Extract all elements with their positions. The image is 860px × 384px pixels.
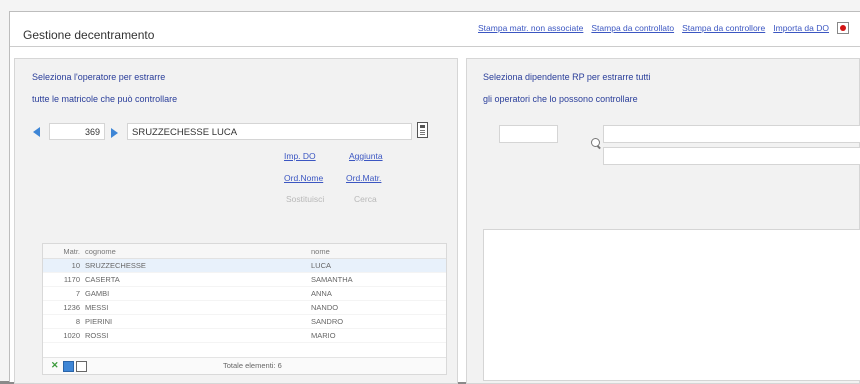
operator-code-field[interactable]: 369: [49, 123, 105, 140]
row-matr: 1236: [63, 303, 80, 312]
employee-instruction-1: Seleziona dipendente RP per estrarre tut…: [483, 72, 651, 82]
row-matr: 10: [71, 261, 80, 270]
operator-grid: Matr. cognome nome 10 SRUZZECHESSE LUCA …: [42, 243, 447, 375]
screen: g Gestione decentramento Stampa matr. no…: [0, 0, 860, 384]
search-icon[interactable]: [591, 138, 600, 147]
table-row[interactable]: 1236 MESSI NANDO: [43, 301, 446, 315]
db-icon[interactable]: [63, 361, 74, 372]
row-matr: 1170: [63, 275, 80, 284]
employee-instruction-2: gli operatori che lo possono controllare: [483, 94, 638, 104]
excel-icon[interactable]: ✕: [51, 361, 60, 370]
operator-instruction-1: Seleziona l'operatore per estrarre: [32, 72, 166, 82]
row-nome: SANDRO: [311, 317, 344, 326]
row-nome: NANDO: [311, 303, 339, 312]
row-cognome: CASERTA: [85, 275, 120, 284]
row-nome: SAMANTHA: [311, 275, 353, 284]
row-matr: 8: [75, 317, 80, 326]
print-by-controlled-link[interactable]: Stampa da controllato: [591, 23, 674, 33]
results-list[interactable]: [483, 229, 860, 381]
aggiunta-link[interactable]: Aggiunta: [349, 151, 383, 161]
print-by-controller-link[interactable]: Stampa da controllore: [682, 23, 765, 33]
print-icon[interactable]: [76, 361, 87, 372]
calculator-icon[interactable]: [417, 122, 428, 138]
row-matr: 7: [75, 289, 80, 298]
table-row[interactable]: 1020 ROSSI MARIO: [43, 329, 446, 343]
operator-name-field[interactable]: SRUZZECHESSE LUCA: [127, 123, 412, 140]
sort-name-link[interactable]: Ord.Nome: [284, 173, 323, 183]
grid-total-count: Totale elementi: 6: [223, 361, 282, 370]
row-cognome: GAMBI: [85, 289, 110, 298]
table-row[interactable]: 1170 CASERTA SAMANTHA: [43, 273, 446, 287]
header-links: Stampa matr. non associate Stampa da con…: [478, 22, 849, 34]
row-cognome: PIERINI: [85, 317, 113, 326]
row-cognome: MESSI: [85, 303, 109, 312]
employee-detail-field[interactable]: [603, 147, 860, 165]
import-from-do-link[interactable]: Importa da DO: [773, 23, 829, 33]
print-unassociated-link[interactable]: Stampa matr. non associate: [478, 23, 583, 33]
arrow-left-icon[interactable]: [33, 127, 40, 137]
page-header: Gestione decentramento Stampa matr. non …: [10, 12, 860, 47]
row-nome: LUCA: [311, 261, 332, 270]
app-window: g Gestione decentramento Stampa matr. no…: [9, 10, 860, 384]
sort-matr-link[interactable]: Ord.Matr.: [346, 173, 381, 183]
table-row[interactable]: 8 PIERINI SANDRO: [43, 315, 446, 329]
table-row[interactable]: 10 SRUZZECHESSE LUCA: [43, 259, 446, 273]
employee-code-field[interactable]: [499, 125, 558, 143]
row-cognome: ROSSI: [85, 331, 109, 340]
employee-name-field[interactable]: [603, 125, 860, 143]
cerca-link: Cerca: [354, 194, 377, 204]
grid-footer: ✕ Totale elementi: 6: [43, 357, 446, 374]
close-icon[interactable]: [837, 22, 849, 34]
sostituisci-link: Sostituisci: [286, 194, 325, 204]
row-matr: 1020: [63, 331, 80, 340]
operator-instruction-2: tutte le matricole che può controllare: [32, 94, 178, 104]
page-title: Gestione decentramento: [23, 28, 155, 42]
row-nome: ANNA: [311, 289, 332, 298]
arrow-right-icon[interactable]: [111, 128, 118, 138]
employee-panel: Seleziona dipendente RP per estrarre tut…: [466, 58, 860, 384]
imp-do-link[interactable]: Imp. DO: [284, 151, 316, 161]
column-header-cognome[interactable]: cognome: [83, 247, 305, 256]
table-row[interactable]: 7 GAMBI ANNA: [43, 287, 446, 301]
column-header-nome[interactable]: nome: [305, 247, 446, 256]
row-cognome: SRUZZECHESSE: [85, 261, 146, 270]
operator-panel: Seleziona l'operatore per estrarre tutte…: [14, 58, 458, 384]
row-nome: MARIO: [311, 331, 336, 340]
column-header-matr[interactable]: Matr.: [43, 247, 83, 256]
grid-header: Matr. cognome nome: [43, 244, 446, 259]
